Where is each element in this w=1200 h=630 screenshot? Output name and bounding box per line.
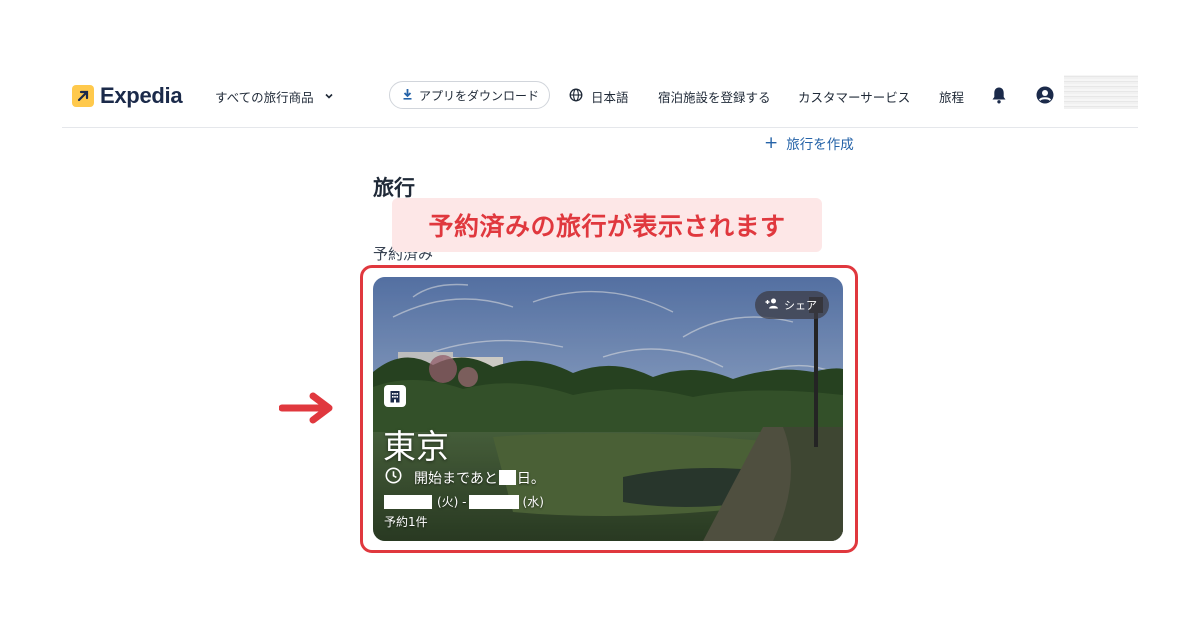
annotation-callout: 予約済みの旅行が表示されます	[392, 198, 822, 252]
language-label: 日本語	[591, 90, 629, 105]
trips-link[interactable]: 旅程	[939, 87, 964, 106]
create-trip-link[interactable]: + 旅行を作成	[764, 133, 854, 153]
pointer-arrow-icon	[278, 390, 335, 430]
highlight-frame	[360, 265, 858, 553]
bell-icon[interactable]	[991, 86, 1007, 108]
plus-icon: +	[764, 132, 779, 153]
register-property-link[interactable]: 宿泊施設を登録する	[658, 87, 771, 106]
globe-icon	[569, 88, 583, 105]
logo-text: Expedia	[100, 83, 183, 108]
customer-service-link[interactable]: カスタマーサービス	[798, 87, 910, 106]
expedia-logo[interactable]: Expedia	[72, 83, 183, 109]
download-app-label: アプリをダウンロード	[419, 88, 540, 103]
top-header: Expedia すべての旅行商品 アプリをダウンロード 日本語 宿泊施設を登録す…	[62, 74, 1138, 128]
account-icon[interactable]	[1036, 86, 1054, 108]
download-icon	[402, 88, 413, 103]
all-products-label: すべての旅行商品	[215, 90, 314, 105]
all-products-menu[interactable]: すべての旅行商品	[215, 87, 334, 106]
redacted-username	[1064, 75, 1138, 109]
create-trip-label: 旅行を作成	[786, 137, 854, 153]
language-selector[interactable]: 日本語	[569, 87, 629, 106]
chevron-down-icon	[324, 89, 334, 104]
download-app-button[interactable]: アプリをダウンロード	[389, 81, 551, 109]
expedia-logo-icon	[72, 85, 94, 107]
